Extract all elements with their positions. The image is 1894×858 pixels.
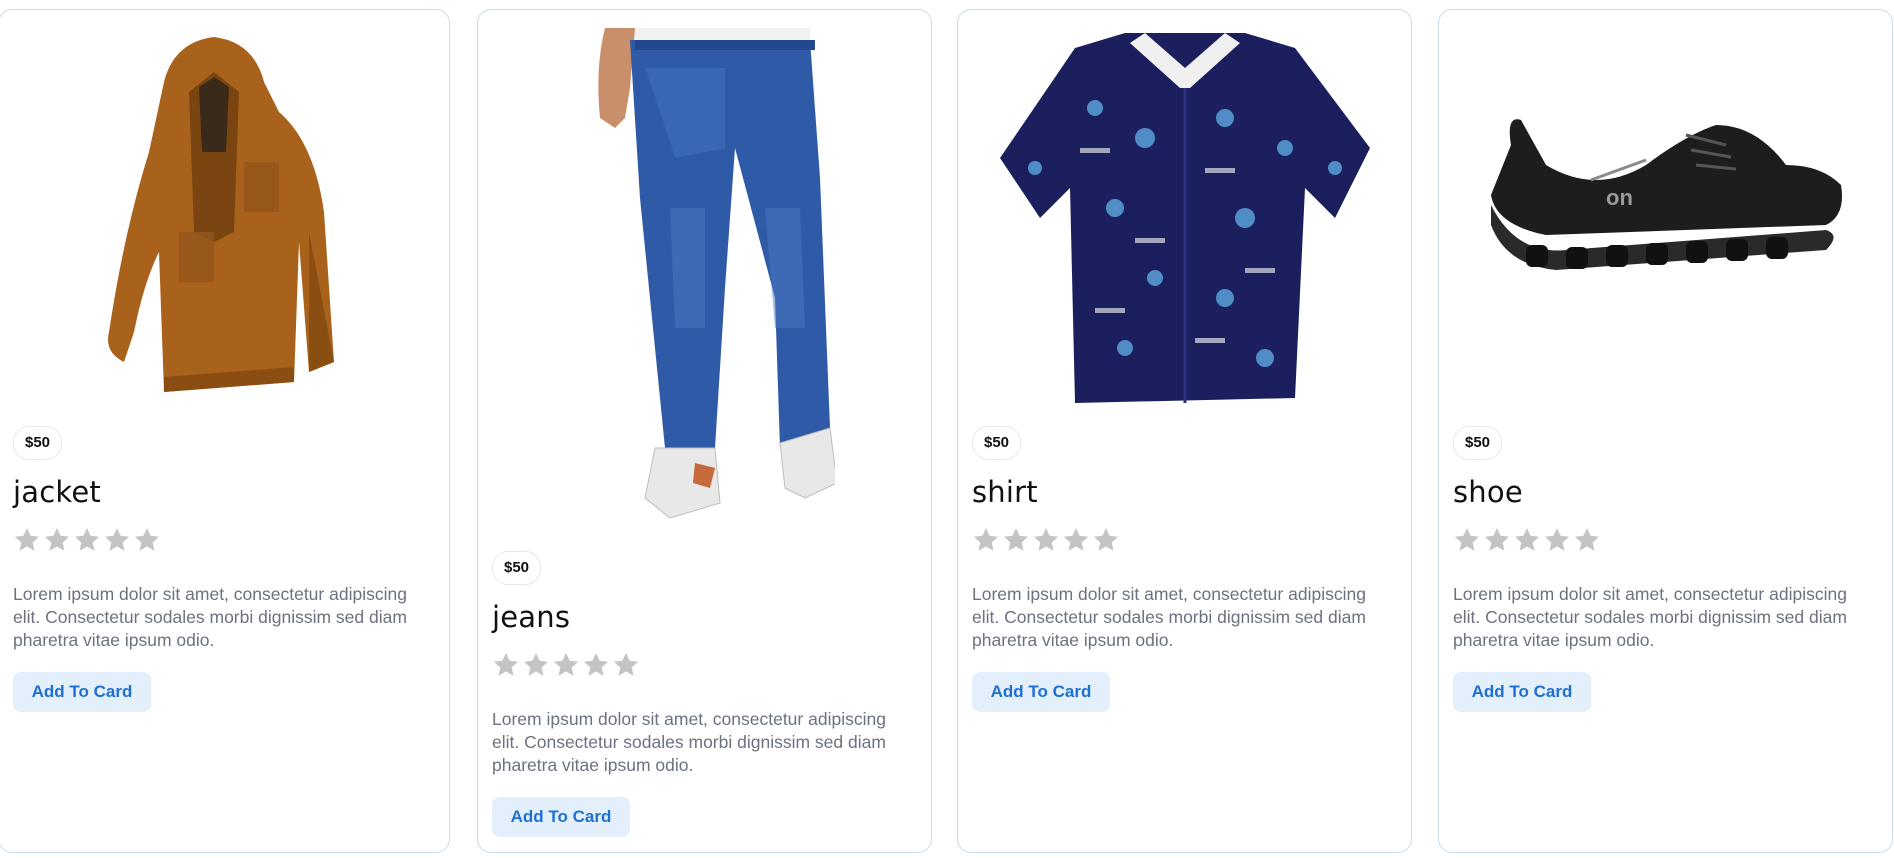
price-badge: $50 [972,426,1022,460]
add-to-card-button[interactable]: Add To Card [492,797,630,837]
star-icon[interactable] [1513,526,1541,554]
product-description: Lorem ipsum dolor sit amet, consectetur … [492,709,886,775]
product-description: Lorem ipsum dolor sit amet, consectetur … [1453,584,1847,650]
star-icon[interactable] [103,526,131,554]
jeans-image [478,28,931,519]
product-title: jacket [13,475,101,509]
star-icon[interactable] [43,526,71,554]
star-icon[interactable] [1453,526,1481,554]
rating-stars[interactable] [972,526,1120,554]
product-card-shoe: on $50 shoe Lorem ipsum dolor sit amet, … [1438,9,1893,853]
star-icon[interactable] [1483,526,1511,554]
add-to-card-button[interactable]: Add To Card [972,672,1110,712]
price-badge: $50 [492,551,542,585]
shirt-image [958,28,1411,403]
price-badge: $50 [13,426,63,460]
product-card-jacket: $50 jacket Lorem ipsum dolor sit amet, c… [0,9,450,853]
product-title: shoe [1453,475,1523,509]
star-icon[interactable] [1002,526,1030,554]
rating-stars[interactable] [492,651,640,679]
star-icon[interactable] [1543,526,1571,554]
star-icon[interactable] [522,651,550,679]
price-badge: $50 [1453,426,1503,460]
add-to-card-button[interactable]: Add To Card [1453,672,1591,712]
product-card-shirt: $50 shirt Lorem ipsum dolor sit amet, co… [957,9,1412,853]
product-title: shirt [972,475,1038,509]
shoe-image: on [1439,105,1892,465]
star-icon[interactable] [1062,526,1090,554]
product-description: Lorem ipsum dolor sit amet, consectetur … [972,584,1366,650]
star-icon[interactable] [1573,526,1601,554]
star-icon[interactable] [1032,526,1060,554]
star-icon[interactable] [612,651,640,679]
star-icon[interactable] [552,651,580,679]
star-icon[interactable] [133,526,161,554]
star-icon[interactable] [972,526,1000,554]
star-icon[interactable] [13,526,41,554]
product-card-jeans: $50 jeans Lorem ipsum dolor sit amet, co… [477,9,932,853]
star-icon[interactable] [1092,526,1120,554]
star-icon[interactable] [492,651,520,679]
rating-stars[interactable] [1453,526,1601,554]
star-icon[interactable] [73,526,101,554]
rating-stars[interactable] [13,526,161,554]
svg-text:on: on [1606,185,1633,210]
product-title: jeans [492,600,571,634]
star-icon[interactable] [582,651,610,679]
product-description: Lorem ipsum dolor sit amet, consectetur … [13,584,407,650]
jacket-image [0,32,449,392]
add-to-card-button[interactable]: Add To Card [13,672,151,712]
